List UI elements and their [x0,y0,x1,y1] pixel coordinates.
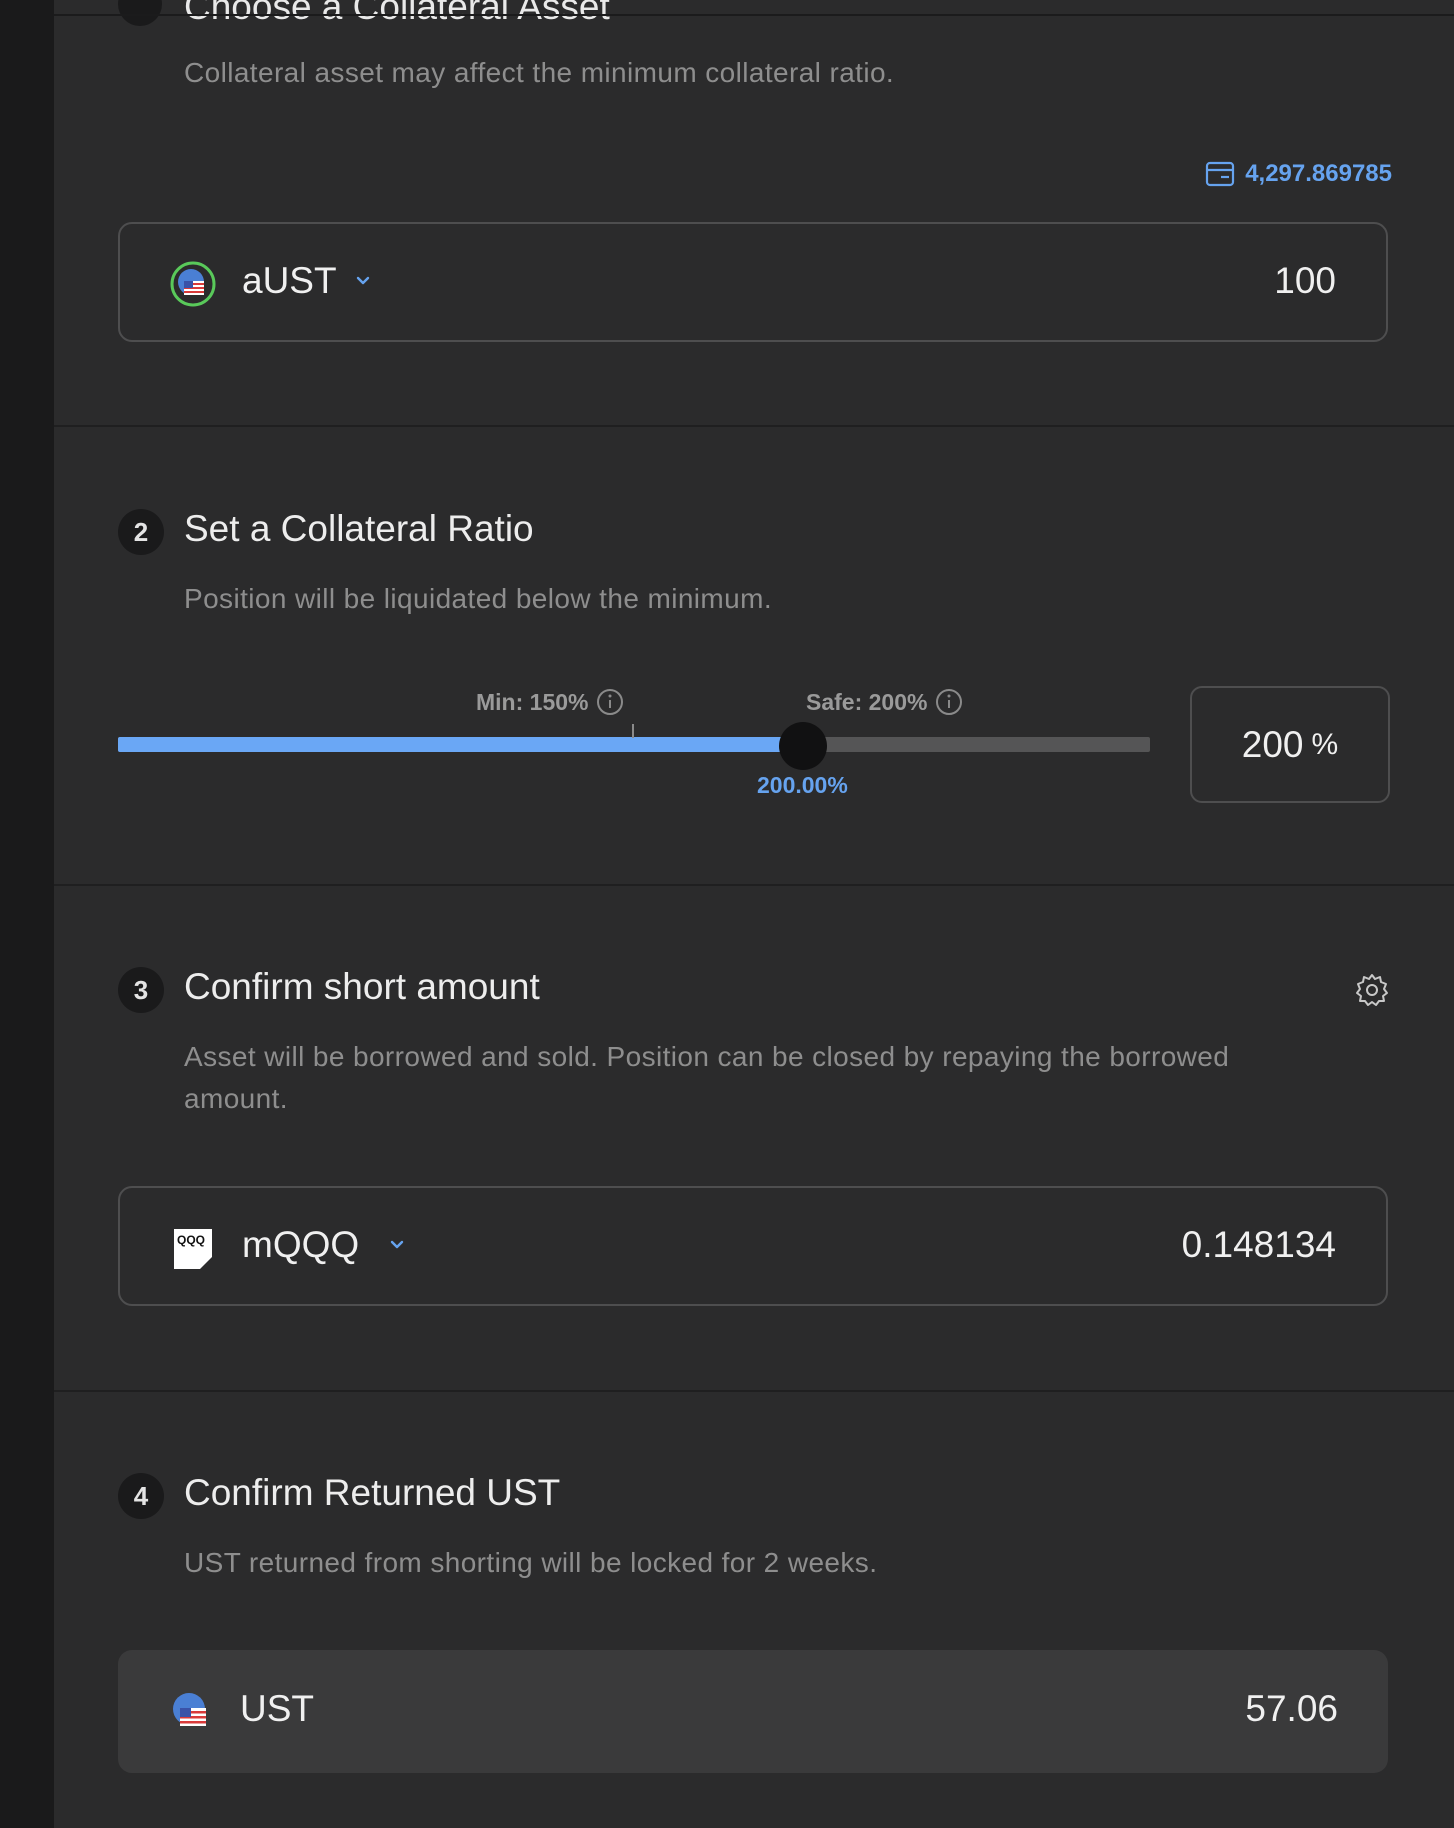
short-form: Choose a Collateral Asset Collateral ass… [54,0,1454,1828]
step-2-badge: 2 [118,509,164,555]
min-ratio-tick [632,724,634,738]
balance-amount: 4,297.869785 [1245,160,1392,187]
returned-asset-name: UST [240,1688,314,1729]
collateral-asset-input[interactable]: aUST 100 [118,222,1388,342]
aust-flag-icon [170,261,216,307]
info-icon[interactable] [596,688,624,716]
step-4-title: Confirm Returned UST [184,1472,561,1513]
divider [54,884,1454,886]
step-1-description: Collateral asset may affect the minimum … [184,57,895,88]
ust-flag-icon [173,1693,206,1726]
step-4-badge: 4 [118,1473,164,1519]
min-ratio-text: Min: 150% [476,688,589,715]
chevron-down-icon[interactable] [388,1236,406,1254]
short-asset-input[interactable]: QQQ mQQQ 0.148134 [118,1186,1388,1306]
info-icon[interactable] [935,688,963,716]
step-2-description: Position will be liquidated below the mi… [184,583,773,614]
safe-ratio-label: Safe: 200% [806,688,963,716]
qqq-icon: QQQ [174,1229,212,1269]
step-4-description: UST returned from shorting will be locke… [184,1547,878,1578]
chevron-down-icon[interactable] [354,272,372,290]
returned-amount: 57.06 [1245,1688,1338,1729]
slider-handle[interactable] [779,722,827,770]
collateral-asset-name: aUST [242,260,337,301]
safe-ratio-text: Safe: 200% [806,688,928,715]
short-amount[interactable]: 0.148134 [1182,1224,1336,1266]
left-rail [0,0,54,1828]
collateral-ratio-input[interactable]: 200 % [1190,686,1390,803]
step-3-badge: 3 [118,967,164,1013]
returned-ust-field: UST 57.06 [118,1650,1388,1773]
step-3-title: Confirm short amount [184,966,540,1007]
svg-text:QQQ: QQQ [177,1233,205,1247]
step-1-badge [118,0,162,26]
gear-icon[interactable] [1354,972,1390,1008]
min-ratio-label: Min: 150% [476,688,624,716]
divider [54,1390,1454,1392]
slider-fill [118,737,803,752]
step-2-title: Set a Collateral Ratio [184,508,534,549]
divider [54,425,1454,427]
header-border [54,14,1454,16]
slider-value-label: 200.00% [757,772,848,798]
wallet-icon [1206,161,1235,187]
collateral-ratio-slider[interactable] [118,737,1150,752]
step-3-description: Asset will be borrowed and sold. Positio… [184,1041,1230,1114]
collateral-amount[interactable]: 100 [1274,260,1336,302]
ratio-unit: % [1311,727,1339,761]
short-asset-name: mQQQ [242,1224,360,1265]
ratio-value: 200 [1241,723,1304,765]
wallet-balance[interactable]: 4,297.869785 [1205,160,1392,188]
